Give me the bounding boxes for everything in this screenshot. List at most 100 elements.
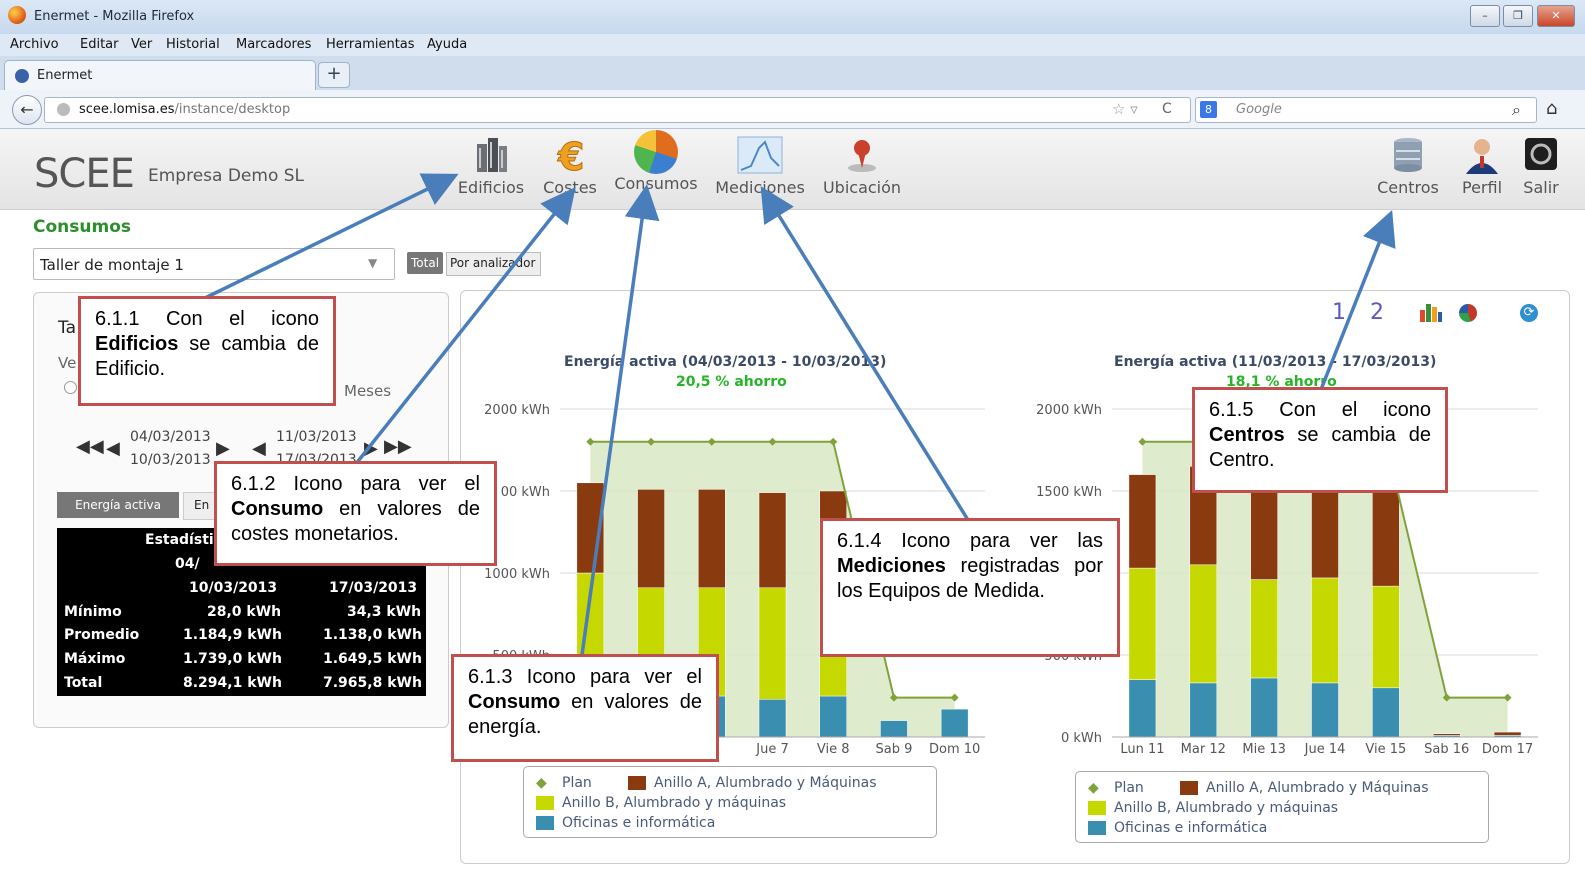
menu-archivo[interactable]: Archivo [10, 37, 59, 52]
bar-segment [1128, 679, 1157, 738]
por-analizador-button[interactable]: Por analizador [446, 252, 541, 276]
window-titlebar: Enermet - Mozilla Firefox – ❐ ✕ [0, 0, 1585, 35]
bar-segment [1493, 731, 1522, 736]
prev-period-icon[interactable]: ◀ [106, 438, 120, 459]
menu-historial[interactable]: Historial [166, 37, 220, 52]
callout-text: 6.1.5 Con el icono [1209, 399, 1431, 421]
tab-energia-activa[interactable]: Energía activa [57, 492, 179, 518]
search-icon[interactable]: ⌕ [1512, 100, 1521, 120]
page-2-link[interactable]: 2 [1370, 300, 1384, 325]
callout-text: 6.1.1 Con el icono [95, 308, 319, 330]
page-1-link[interactable]: 1 [1332, 300, 1346, 325]
search-bar[interactable]: 8 Google [1195, 97, 1537, 123]
nav-perfil[interactable]: Perfil [1456, 136, 1508, 197]
back-button[interactable]: ← [12, 95, 42, 125]
url-bar[interactable]: scee.lomisa.es/instance/desktop ☆ ▿ C [44, 97, 1191, 123]
menu-herramientas[interactable]: Herramientas [326, 37, 415, 52]
stats-head-from: 04/ [175, 556, 200, 572]
y-tick-label: 2000 kWh [1036, 403, 1102, 418]
y-tick-label: 1000 kWh [484, 567, 550, 582]
nav-ubicacion[interactable]: Ubicación [818, 136, 906, 197]
legend-item: Oficinas e informática [562, 815, 716, 831]
company-name: Empresa Demo SL [148, 166, 305, 186]
nav-label: Ubicación [822, 178, 902, 197]
x-tick-label: Vie 8 [817, 742, 850, 757]
minimize-button[interactable]: – [1470, 5, 1500, 27]
view-radio[interactable] [64, 381, 77, 394]
bar-segment [1372, 585, 1400, 689]
refresh-icon[interactable]: ⟳ [1520, 304, 1538, 322]
nav-costes[interactable]: € Costes [540, 135, 600, 198]
stats-label: Total [64, 675, 103, 691]
chart1-title: Energía activa (04/03/2013 - 10/03/2013) [564, 354, 887, 370]
plan-legend-icon: ◆ [536, 775, 547, 791]
stats-value: 34,3 kWh [347, 604, 422, 620]
nav-mediciones[interactable]: Mediciones [712, 136, 808, 197]
bar-segment [1311, 577, 1339, 684]
stats-value: 1.739,0 kWh [183, 651, 282, 667]
meses-option[interactable]: Meses [344, 382, 391, 400]
new-tab-button[interactable]: + [318, 62, 350, 88]
nav-edificios[interactable]: Edificios [455, 136, 527, 197]
window-title: Enermet - Mozilla Firefox [34, 9, 195, 24]
y-tick-label: 1500 kWh [1036, 485, 1102, 500]
globe-icon [57, 103, 70, 116]
search-engine-icon[interactable]: 8 [1200, 101, 1217, 118]
menu-editar[interactable]: Editar [80, 37, 119, 52]
svg-text:€: € [557, 136, 584, 174]
first-period-icon[interactable]: ◀◀ [76, 436, 104, 457]
menubar: Archivo Editar Ver Historial Marcadores … [0, 34, 1585, 56]
bar-segment [1250, 579, 1278, 679]
app-logo: SCEE [34, 151, 135, 197]
bar-segment [698, 489, 726, 589]
nav-label: Edificios [457, 178, 525, 197]
bar-segment [637, 489, 665, 589]
panel-title: Ta [58, 318, 76, 338]
legend-item: Plan [562, 775, 592, 791]
maximize-button[interactable]: ❐ [1503, 5, 1533, 27]
bar-segment [1372, 484, 1400, 587]
buildings-icon [477, 138, 507, 172]
callout-mediciones: 6.1.4 Icono para ver las Mediciones regi… [820, 518, 1120, 657]
nav-label: Perfil [1461, 178, 1503, 197]
nav-label: Centros [1377, 178, 1439, 197]
bar-chart-icon[interactable] [1420, 302, 1442, 322]
legend-swatch [1180, 781, 1198, 795]
prev-period2-icon[interactable]: ◀ [252, 438, 266, 459]
bar-segment [758, 492, 787, 589]
x-tick-label: Sab 9 [875, 742, 912, 757]
next-period-icon[interactable]: ▶ [216, 438, 230, 459]
bookmark-star-icon[interactable]: ☆ ▿ [1112, 100, 1138, 118]
nav-label: Consumos [614, 174, 698, 193]
legend-item: Anillo A, Alumbrado y Máquinas [1206, 780, 1429, 796]
pie-chart-icon [634, 130, 678, 174]
site-favicon-icon [15, 69, 29, 83]
pie-chart-toggle-icon[interactable] [1459, 304, 1477, 322]
nav-consumos[interactable]: Consumos [612, 130, 700, 193]
browser-tab[interactable]: Enermet [4, 60, 316, 91]
view-label: Ve [58, 354, 77, 372]
legend-swatch [1088, 821, 1106, 835]
firefox-icon [8, 6, 26, 24]
reload-icon[interactable]: C [1162, 101, 1172, 117]
home-icon[interactable]: ⌂ [1546, 98, 1557, 119]
legend-item: Anillo B, Alumbrado y máquinas [1114, 800, 1339, 816]
callout-centros: 6.1.5 Con el icono Centros se cambia de … [1192, 387, 1448, 493]
last-period-icon[interactable]: ▶▶ [384, 436, 412, 457]
nav-label: Costes [543, 178, 597, 197]
building-select[interactable]: Taller de montaje 1 ▼ [33, 248, 395, 280]
period2-from: 11/03/2013 [276, 429, 357, 445]
next-period2-icon[interactable]: ▶ [364, 438, 378, 459]
total-button[interactable]: Total [407, 252, 444, 274]
page-title: Consumos [33, 217, 131, 237]
select-value: Taller de montaje 1 [40, 256, 184, 274]
close-button[interactable]: ✕ [1537, 5, 1575, 27]
legend-item: Oficinas e informática [1114, 820, 1268, 836]
menu-ver[interactable]: Ver [131, 37, 152, 52]
x-tick-label: Mie 13 [1242, 742, 1286, 757]
nav-salir[interactable]: Salir [1520, 136, 1562, 197]
menu-ayuda[interactable]: Ayuda [427, 37, 467, 52]
x-tick-label: Mar 12 [1181, 742, 1226, 757]
nav-centros[interactable]: Centros [1376, 136, 1440, 197]
menu-marcadores[interactable]: Marcadores [236, 37, 311, 52]
